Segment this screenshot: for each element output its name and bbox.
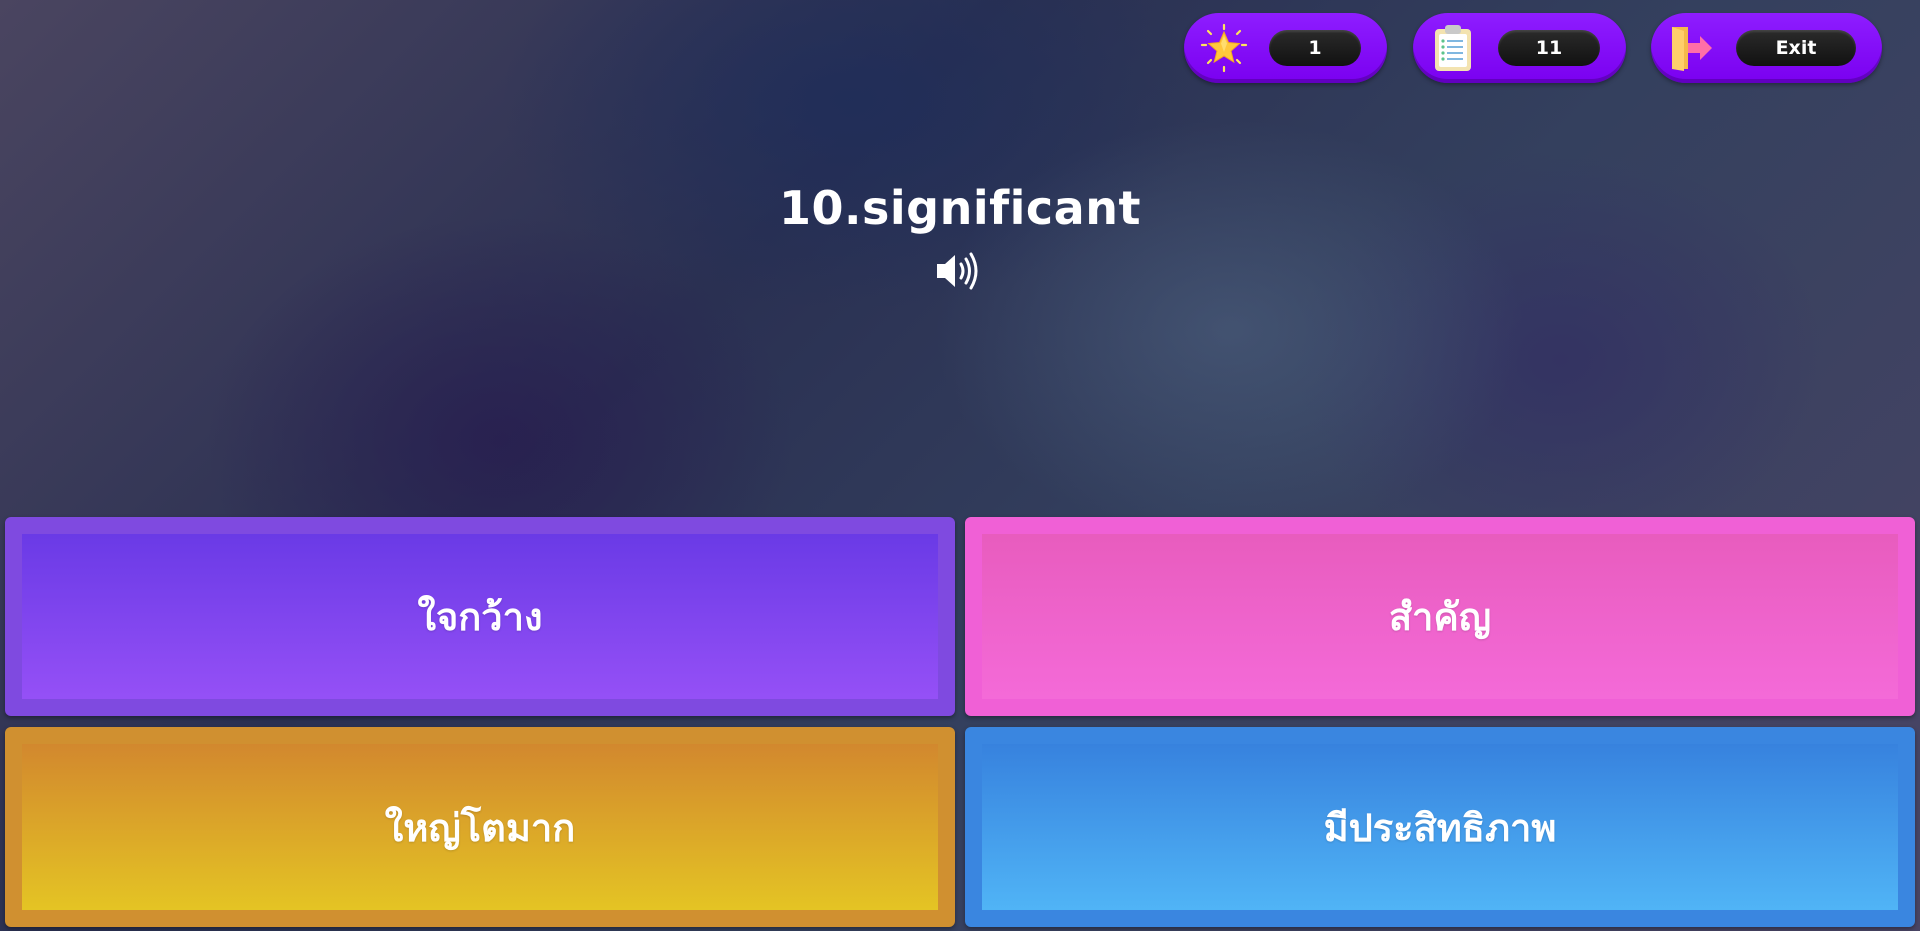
question-counter: 11: [1413, 13, 1626, 83]
clipboard-icon: [1427, 22, 1479, 74]
star-icon: [1198, 22, 1250, 74]
exit-door-icon: [1665, 22, 1717, 74]
stars-value: 1: [1269, 30, 1361, 66]
speaker-icon[interactable]: [934, 250, 984, 292]
question-word: 10.significant: [779, 181, 1141, 235]
answer-option-3-label: ใหญ่โตมาก: [384, 805, 576, 850]
answer-option-1-face[interactable]: ใจกว้าง: [22, 534, 938, 699]
exit-button[interactable]: Exit: [1651, 13, 1882, 83]
answer-option-4-face[interactable]: มีประสิทธิภาพ: [982, 744, 1898, 910]
answer-option-3[interactable]: ใหญ่โตมาก: [5, 727, 955, 927]
stars-counter: 1: [1184, 13, 1387, 83]
question-count-value: 11: [1498, 30, 1600, 66]
answer-option-2[interactable]: สำคัญ: [965, 517, 1915, 716]
answer-option-4[interactable]: มีประสิทธิภาพ: [965, 727, 1915, 927]
exit-label: Exit: [1736, 30, 1856, 66]
answer-option-1[interactable]: ใจกว้าง: [5, 517, 955, 716]
answer-option-2-face[interactable]: สำคัญ: [982, 534, 1898, 699]
answer-option-2-label: สำคัญ: [1388, 595, 1492, 639]
answer-option-4-label: มีประสิทธิภาพ: [1323, 805, 1557, 850]
answer-option-3-face[interactable]: ใหญ่โตมาก: [22, 744, 938, 910]
answer-option-1-label: ใจกว้าง: [417, 595, 543, 639]
